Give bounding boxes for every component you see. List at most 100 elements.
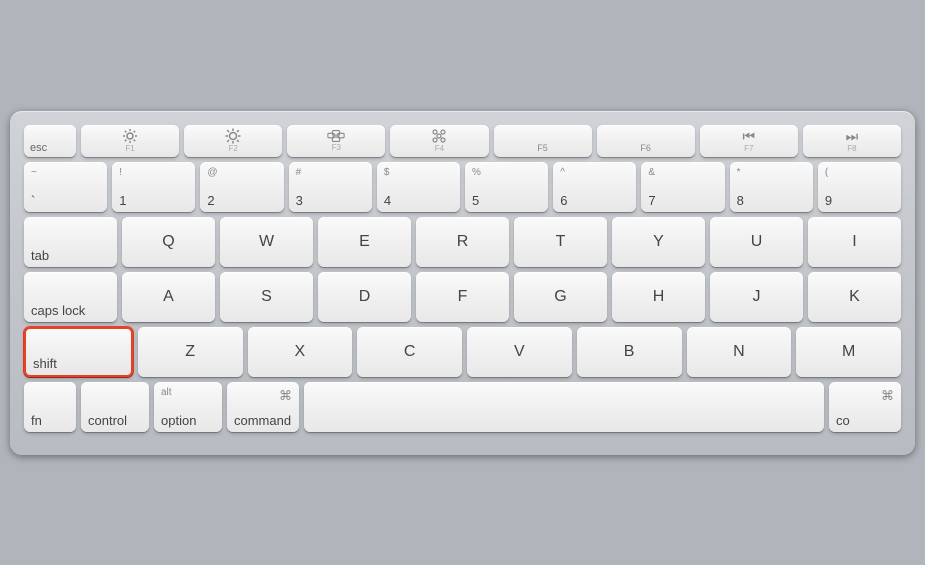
key-f7-label: F7 [744, 145, 753, 153]
key-8-bottom: 8 [737, 194, 744, 207]
asdf-row: caps lock A S D F G H J K [24, 272, 901, 322]
key-f5-label: F5 [537, 144, 548, 153]
key-caps-lock-label: caps lock [31, 304, 85, 317]
key-f4-label: F4 [435, 145, 444, 153]
key-9-top: ( [825, 167, 828, 178]
key-shift-left-label: shift [33, 357, 57, 370]
key-option-label: option [161, 414, 196, 427]
key-5[interactable]: % 5 [465, 162, 548, 212]
key-m[interactable]: M [796, 327, 901, 377]
key-3[interactable]: # 3 [289, 162, 372, 212]
key-y[interactable]: Y [612, 217, 705, 267]
key-f7[interactable]: ⏮ F7 [700, 125, 798, 157]
key-command-right-label: co [836, 414, 850, 427]
rewind-icon: ⏮ [743, 128, 756, 145]
key-h[interactable]: H [612, 272, 705, 322]
key-8-top: * [737, 167, 741, 178]
key-caps-lock[interactable]: caps lock [24, 272, 117, 322]
key-j[interactable]: J [710, 272, 803, 322]
key-backtick[interactable]: ~ ` [24, 162, 107, 212]
key-s[interactable]: S [220, 272, 313, 322]
key-w-label: W [259, 234, 274, 250]
key-esc[interactable]: esc [24, 125, 76, 157]
key-e[interactable]: E [318, 217, 411, 267]
key-d[interactable]: D [318, 272, 411, 322]
key-tab-label: tab [31, 249, 49, 262]
key-c[interactable]: C [357, 327, 462, 377]
key-4-bottom: 4 [384, 194, 391, 207]
keyboard: esc F1 [10, 111, 915, 455]
key-t[interactable]: T [514, 217, 607, 267]
key-i[interactable]: I [808, 217, 901, 267]
key-fn[interactable]: fn [24, 382, 76, 432]
key-command-right[interactable]: ⌘ co [829, 382, 901, 432]
key-g[interactable]: G [514, 272, 607, 322]
key-b[interactable]: B [577, 327, 682, 377]
key-f4[interactable]: F4 [390, 125, 488, 157]
key-x[interactable]: X [248, 327, 353, 377]
key-esc-label: esc [30, 143, 47, 154]
key-option-alt-label: alt [161, 388, 172, 398]
key-backtick-top: ~ [31, 167, 37, 178]
key-z[interactable]: Z [138, 327, 243, 377]
key-2-top: @ [207, 167, 217, 178]
key-f8-label: F8 [847, 145, 856, 153]
key-2[interactable]: @ 2 [200, 162, 283, 212]
key-d-label: D [359, 289, 371, 305]
key-r[interactable]: R [416, 217, 509, 267]
key-space[interactable] [304, 382, 824, 432]
play-icon: ⏭ [846, 128, 859, 145]
key-shift-left[interactable]: shift [24, 327, 133, 377]
key-n[interactable]: N [687, 327, 792, 377]
key-9[interactable]: ( 9 [818, 162, 901, 212]
key-tab[interactable]: tab [24, 217, 117, 267]
key-t-label: T [556, 234, 566, 250]
key-k[interactable]: K [808, 272, 901, 322]
key-s-label: S [261, 289, 272, 305]
key-b-label: B [624, 344, 635, 360]
key-8[interactable]: * 8 [730, 162, 813, 212]
key-y-label: Y [653, 234, 664, 250]
key-7[interactable]: & 7 [641, 162, 724, 212]
key-7-top: & [648, 167, 655, 178]
key-g-label: G [554, 289, 566, 305]
brightness-up-icon [224, 128, 242, 144]
key-u[interactable]: U [710, 217, 803, 267]
key-f[interactable]: F [416, 272, 509, 322]
key-7-bottom: 7 [648, 194, 655, 207]
key-6[interactable]: ^ 6 [553, 162, 636, 212]
key-9-bottom: 9 [825, 194, 832, 207]
key-f8[interactable]: ⏭ F8 [803, 125, 901, 157]
key-q[interactable]: Q [122, 217, 215, 267]
key-f1[interactable]: F1 [81, 125, 179, 157]
key-x-label: X [295, 344, 306, 360]
command-icon-right: ⌘ [881, 388, 894, 404]
key-a[interactable]: A [122, 272, 215, 322]
key-command-left[interactable]: ⌘ command [227, 382, 299, 432]
key-option[interactable]: alt option [154, 382, 222, 432]
key-z-label: Z [185, 344, 195, 360]
key-v[interactable]: V [467, 327, 572, 377]
key-q-label: Q [162, 234, 174, 250]
key-f-label: F [458, 289, 468, 305]
key-n-label: N [733, 344, 745, 360]
key-f5[interactable]: F5 [494, 125, 592, 157]
key-f2-label: F2 [229, 145, 238, 153]
key-1[interactable]: ! 1 [112, 162, 195, 212]
launchpad-icon [431, 128, 447, 144]
key-5-top: % [472, 167, 481, 178]
key-control[interactable]: control [81, 382, 149, 432]
key-w[interactable]: W [220, 217, 313, 267]
key-f6[interactable]: F6 [597, 125, 695, 157]
key-4[interactable]: $ 4 [377, 162, 460, 212]
key-6-top: ^ [560, 167, 565, 178]
key-2-bottom: 2 [207, 194, 214, 207]
key-i-label: I [852, 234, 856, 250]
key-control-label: control [88, 414, 127, 427]
fn-row: esc F1 [24, 125, 901, 157]
key-f2[interactable]: F2 [184, 125, 282, 157]
key-5-bottom: 5 [472, 194, 479, 207]
key-f3[interactable]: F3 [287, 125, 385, 157]
mission-control-icon [327, 129, 345, 143]
key-c-label: C [404, 344, 416, 360]
